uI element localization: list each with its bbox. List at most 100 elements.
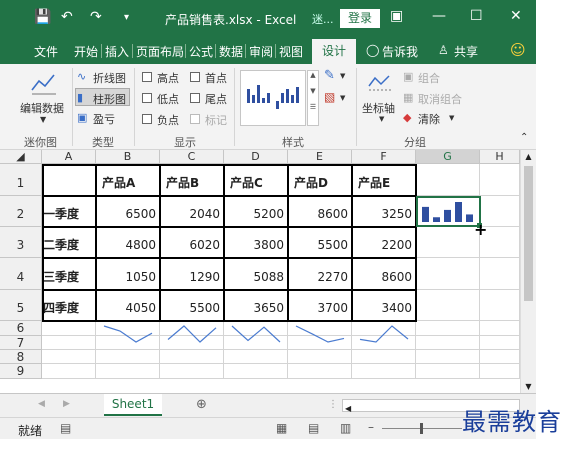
line-type-button[interactable]: 折线图 (93, 70, 126, 86)
selected-cell-g2[interactable] (416, 196, 481, 227)
group-button: 组合 (418, 72, 440, 85)
zoom-slider-thumb[interactable] (420, 423, 423, 434)
axis-icon[interactable] (367, 72, 393, 94)
chevron-down-icon[interactable]: ▼ (449, 114, 454, 122)
eraser-icon: ◆ (403, 111, 412, 124)
ribbon-display-icon[interactable]: ▣ (390, 8, 403, 24)
last-point-label: 尾点 (205, 93, 227, 106)
ribbon-tabs: 文件 开始 插入 页面布局 公式 数据 审阅 视图 设计 ◯ 告诉我 ♙ 共享 … (0, 36, 536, 64)
ungroup-button: 取消组合 (418, 93, 462, 106)
context-tool-label: 迷... (312, 13, 334, 26)
style-preview-icon (247, 85, 299, 109)
status-bar: 就绪 ▤ ▦ ▤ ▥ – (0, 417, 536, 439)
group-divider (356, 68, 357, 146)
line-type-icon: ∿ (77, 70, 87, 83)
last-point-checkbox[interactable] (190, 93, 200, 103)
negative-point-checkbox[interactable] (142, 114, 152, 124)
lightbulb-icon: ◯ (366, 43, 380, 57)
sparkline-style-gallery[interactable] (240, 70, 306, 126)
sheet-tab-sheet1[interactable]: Sheet1 (104, 394, 162, 416)
tab-insert[interactable]: 插入 (105, 43, 129, 60)
tab-home[interactable]: 开始 (74, 43, 98, 60)
tab-formulas[interactable]: 公式 (189, 43, 213, 60)
maximize-icon[interactable]: ☐ (470, 8, 483, 24)
group-label-type: 类型 (92, 136, 114, 149)
split-handle-icon[interactable]: ⋮ (328, 399, 338, 410)
low-point-label: 低点 (157, 93, 179, 106)
win-loss-button[interactable]: 盈亏 (93, 111, 115, 127)
tab-separator (245, 44, 246, 58)
low-point-checkbox[interactable] (142, 93, 152, 103)
user-icon: ♙ (438, 43, 449, 57)
save-icon[interactable]: 💾 (34, 9, 51, 25)
crosshair-cursor-icon: + (474, 220, 488, 239)
scroll-thumb[interactable] (524, 166, 533, 301)
column-type-icon: ▮ (77, 91, 84, 104)
close-icon[interactable]: ✕ (510, 8, 522, 24)
page-break-view-icon[interactable]: ▥ (340, 421, 351, 435)
customize-qat-icon[interactable]: ▾ (124, 12, 129, 23)
login-button[interactable]: 登录 (340, 9, 380, 28)
share-button[interactable]: 共享 (454, 43, 478, 60)
sparklines-layer (103, 202, 473, 343)
chevron-down-icon[interactable]: ▼ (379, 115, 384, 123)
sparkline-color-icon[interactable]: ✎ (324, 68, 335, 83)
win-loss-icon: ▣ (77, 111, 88, 124)
sparkline-line (295, 325, 345, 343)
edit-data-icon[interactable] (30, 70, 58, 96)
tab-file[interactable]: 文件 (34, 43, 58, 60)
group-icon: ▣ (403, 70, 414, 83)
window-title: 产品销售表.xlsx - Excel (165, 13, 297, 27)
tab-separator (132, 44, 133, 58)
tab-view[interactable]: 视图 (279, 43, 303, 60)
sparkline-line (103, 325, 153, 343)
marker-color-icon[interactable]: ▧ (324, 90, 335, 104)
gallery-scroll[interactable]: ▲ ▼ ☰ (307, 70, 319, 126)
group-divider (72, 68, 73, 146)
minimize-icon[interactable]: — (432, 8, 446, 24)
group-label-sparkline: 迷你图 (24, 136, 57, 149)
collapse-ribbon-icon[interactable]: ⌃ (520, 132, 528, 143)
sparkline-line (359, 325, 409, 343)
sheet-tab-bar: ◀ ▶ Sheet1 ⊕ ⋮ ◀ (0, 393, 536, 417)
group-label-show: 显示 (174, 136, 196, 149)
excel-window: 💾 ↶ ↷ ▾ 产品销售表.xlsx - Excel 迷... 登录 ▣ — ☐… (0, 0, 536, 449)
ungroup-icon: ▦ (403, 91, 414, 104)
high-point-checkbox[interactable] (142, 72, 152, 82)
tab-review[interactable]: 审阅 (249, 43, 273, 60)
first-point-label: 首点 (205, 72, 227, 85)
chevron-down-icon[interactable]: ▼ (340, 94, 345, 102)
tab-separator (275, 44, 276, 58)
first-point-checkbox[interactable] (190, 72, 200, 82)
group-label-group: 分组 (404, 136, 426, 149)
tab-data[interactable]: 数据 (219, 43, 243, 60)
scroll-left-icon[interactable]: ◀ (38, 399, 45, 409)
chevron-down-icon[interactable]: ▼ (340, 72, 345, 80)
markers-checkbox (190, 114, 200, 124)
negative-point-label: 负点 (157, 114, 179, 127)
edit-data-button[interactable]: 编辑数据 (20, 100, 64, 116)
chevron-down-icon[interactable]: ▼ (40, 115, 46, 124)
watermark: 最需教育 (462, 408, 562, 436)
vertical-scrollbar[interactable]: ▲ ▼ (520, 150, 536, 393)
ribbon-design: 编辑数据 ▼ 迷你图 ∿ 折线图 ▮ 柱形图 ▣ 盈亏 类型 高点 首点 低点 … (0, 64, 536, 150)
tell-me-box[interactable]: 告诉我 (382, 43, 418, 60)
axis-button[interactable]: 坐标轴 (362, 100, 395, 116)
tab-design[interactable]: 设计 (312, 39, 356, 64)
scroll-right-icon[interactable]: ▶ (63, 399, 70, 409)
redo-icon[interactable]: ↷ (90, 9, 102, 25)
add-sheet-icon[interactable]: ⊕ (196, 397, 207, 412)
column-type-button[interactable]: 柱形图 (93, 91, 126, 107)
tab-separator (101, 44, 102, 58)
clear-button[interactable]: 清除 (418, 111, 440, 127)
group-label-style: 样式 (282, 136, 304, 149)
page-layout-view-icon[interactable]: ▤ (308, 421, 319, 435)
tab-separator (215, 44, 216, 58)
smiley-icon[interactable]: ☺ (510, 41, 526, 59)
tab-page-layout[interactable]: 页面布局 (136, 43, 184, 60)
undo-icon[interactable]: ↶ (61, 9, 73, 25)
normal-view-icon[interactable]: ▦ (276, 421, 287, 435)
group-divider (234, 68, 235, 146)
macro-record-icon[interactable]: ▤ (60, 421, 71, 435)
zoom-out-icon[interactable]: – (368, 420, 374, 434)
